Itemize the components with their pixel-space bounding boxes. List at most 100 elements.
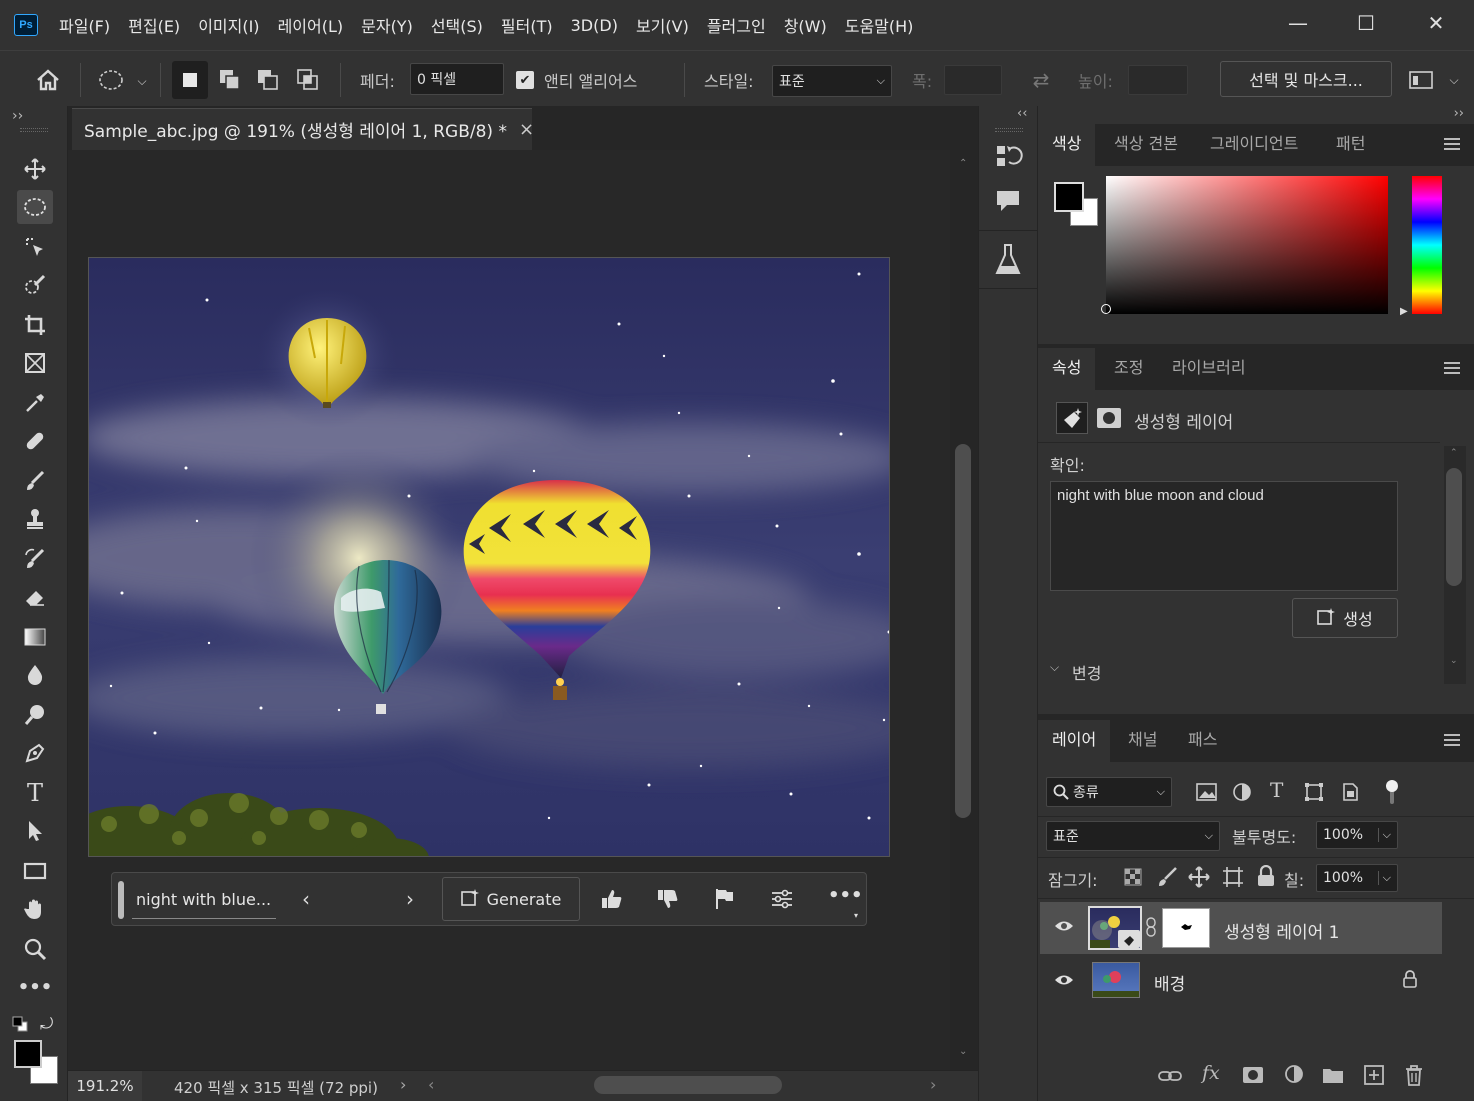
tab-channels[interactable]: 채널 [1114,720,1171,762]
properties-generate-button[interactable]: 생성 [1292,598,1398,638]
strip-drag-handle[interactable] [995,128,1023,132]
color-panel-menu-icon[interactable] [1444,138,1460,150]
filter-smart-object-icon[interactable] [1340,782,1362,802]
horizontal-scroll-thumb[interactable] [594,1076,782,1094]
swap-icon[interactable]: ⇄ [1026,67,1056,93]
layer-thumbnail[interactable] [1092,962,1140,998]
filter-pixel-layer-icon[interactable] [1196,782,1218,802]
layer-lock-icon[interactable] [1402,970,1418,988]
tab-adjustments[interactable]: 조정 [1100,348,1157,390]
more-tools-icon[interactable]: ••• [17,970,53,1004]
lock-artboard-icon[interactable] [1222,866,1244,888]
intersect-selection-icon[interactable] [290,61,326,99]
move-tool-icon[interactable] [17,152,53,186]
elliptical-marquee-tool-icon[interactable] [17,190,53,224]
layer-name[interactable]: 생성형 레이어 1 [1224,918,1339,943]
prompt-input[interactable]: night with blue... [132,881,276,919]
clone-stamp-tool-icon[interactable] [17,502,53,536]
history-brush-tool-icon[interactable] [17,542,53,576]
opacity-input[interactable]: 100% ⌵ [1316,821,1398,849]
prompt-textarea[interactable]: night with blue moon and cloud [1050,481,1398,591]
drag-handle[interactable] [20,128,48,132]
collapse-dock-icon[interactable]: ›› [1454,106,1464,121]
workspace-icon[interactable] [1404,65,1438,95]
color-picker-marker[interactable] [1101,304,1111,314]
crop-tool-icon[interactable] [17,308,53,342]
close-tab-icon[interactable]: × [519,119,534,140]
layer-effects-icon[interactable]: fx [1202,1062,1220,1084]
tab-paths[interactable]: 패스 [1174,720,1231,762]
elliptical-marquee-preset-icon[interactable] [94,63,128,97]
new-group-icon[interactable] [1322,1066,1346,1086]
color-field[interactable] [1101,176,1388,314]
layer-mask-icon[interactable] [1096,406,1122,430]
add-to-selection-icon[interactable] [212,61,248,99]
fill-input[interactable]: 100% ⌵ [1316,864,1398,892]
filter-shape-layer-icon[interactable] [1304,782,1326,802]
corner-menu-icon[interactable]: ▾ [854,911,858,920]
vertical-scrollbar[interactable]: ⌃ ⌄ [950,150,978,1070]
previous-variation-icon[interactable]: ‹ [296,887,316,911]
variations-chevron-icon[interactable]: ⌵ [1050,660,1059,675]
foreground-color-swatch[interactable] [14,1040,42,1068]
document-tab[interactable]: Sample_abc.jpg @ 191% (생성형 레이어 1, RGB/8)… [72,108,534,150]
layer-row-background[interactable]: 배경 [1040,954,1442,1006]
lock-image-pixels-icon[interactable] [1156,866,1178,888]
blend-mode-select[interactable]: 표준 ⌵ [1046,821,1220,851]
menu-filter[interactable]: 필터(T) [492,13,562,37]
next-variation-icon[interactable]: › [400,887,420,911]
layer-thumbnail[interactable] [1088,906,1142,950]
eraser-tool-icon[interactable] [17,580,53,614]
tab-libraries[interactable]: 라이브러리 [1158,348,1260,390]
tab-swatches[interactable]: 색상 견본 [1100,124,1192,166]
menu-file[interactable]: 파일(F) [50,13,119,37]
report-flag-icon[interactable] [712,887,736,911]
tab-patterns[interactable]: 패턴 [1322,124,1379,166]
vertical-scroll-thumb[interactable] [955,444,971,818]
hue-slider-marker[interactable]: ▶ [1400,306,1408,317]
lock-all-icon[interactable] [1256,864,1276,887]
default-colors-icon[interactable] [12,1016,28,1032]
gradient-tool-icon[interactable] [17,620,53,654]
new-adjustment-layer-icon[interactable] [1284,1064,1308,1086]
menu-layer[interactable]: 레이어(L) [269,13,353,37]
scroll-right-icon[interactable]: › [930,1075,936,1094]
scroll-up-icon[interactable]: ⌃ [1450,448,1458,458]
collapse-arrows-icon[interactable]: ›› [12,108,23,124]
healing-brush-tool-icon[interactable] [17,424,53,458]
technology-previews-flask-icon[interactable] [993,242,1023,278]
menu-image[interactable]: 이미지(I) [189,13,268,37]
thumbs-down-icon[interactable] [656,887,680,911]
expand-panels-icon[interactable]: ‹‹ [1017,106,1027,121]
chevron-down-icon[interactable]: ⌵ [1444,71,1464,89]
object-selection-tool-icon[interactable] [17,230,53,264]
blur-tool-icon[interactable] [17,658,53,692]
tab-color[interactable]: 색상 [1038,124,1096,166]
properties-scrollbar[interactable]: ⌃ ⌄ [1444,446,1466,684]
menu-view[interactable]: 보기(V) [627,13,698,37]
variations-label[interactable]: 변경 [1072,660,1101,684]
more-options-icon[interactable]: ••• [828,885,863,906]
layers-panel-menu-icon[interactable] [1444,734,1460,746]
layer-row-generative[interactable]: 생성형 레이어 1 [1040,902,1442,954]
scroll-down-icon[interactable]: ⌄ [1450,656,1458,666]
comments-icon[interactable] [993,186,1023,216]
filter-adjustment-layer-icon[interactable] [1232,782,1254,802]
add-mask-icon[interactable] [1242,1066,1266,1086]
link-icon[interactable] [1146,916,1156,938]
type-tool-icon[interactable]: T [17,776,53,810]
properties-panel-menu-icon[interactable] [1444,362,1460,374]
status-menu-arrow-icon[interactable]: › [400,1075,406,1094]
scroll-left-icon[interactable]: ‹ [428,1075,434,1094]
tab-layers[interactable]: 레이어 [1038,720,1111,762]
layer-mask-thumbnail[interactable] [1162,908,1210,948]
menu-select[interactable]: 선택(S) [422,13,492,37]
close-button[interactable]: ✕ [1416,8,1456,38]
tab-gradients[interactable]: 그레이디언트 [1196,124,1312,166]
home-icon[interactable] [30,63,66,97]
feather-input[interactable]: 0 픽셀 [410,63,504,95]
menu-type[interactable]: 문자(Y) [352,13,422,37]
swap-colors-icon[interactable]: ⤾ [40,1014,53,1034]
lock-position-icon[interactable] [1188,866,1210,888]
filter-toggle-icon[interactable] [1382,778,1402,806]
